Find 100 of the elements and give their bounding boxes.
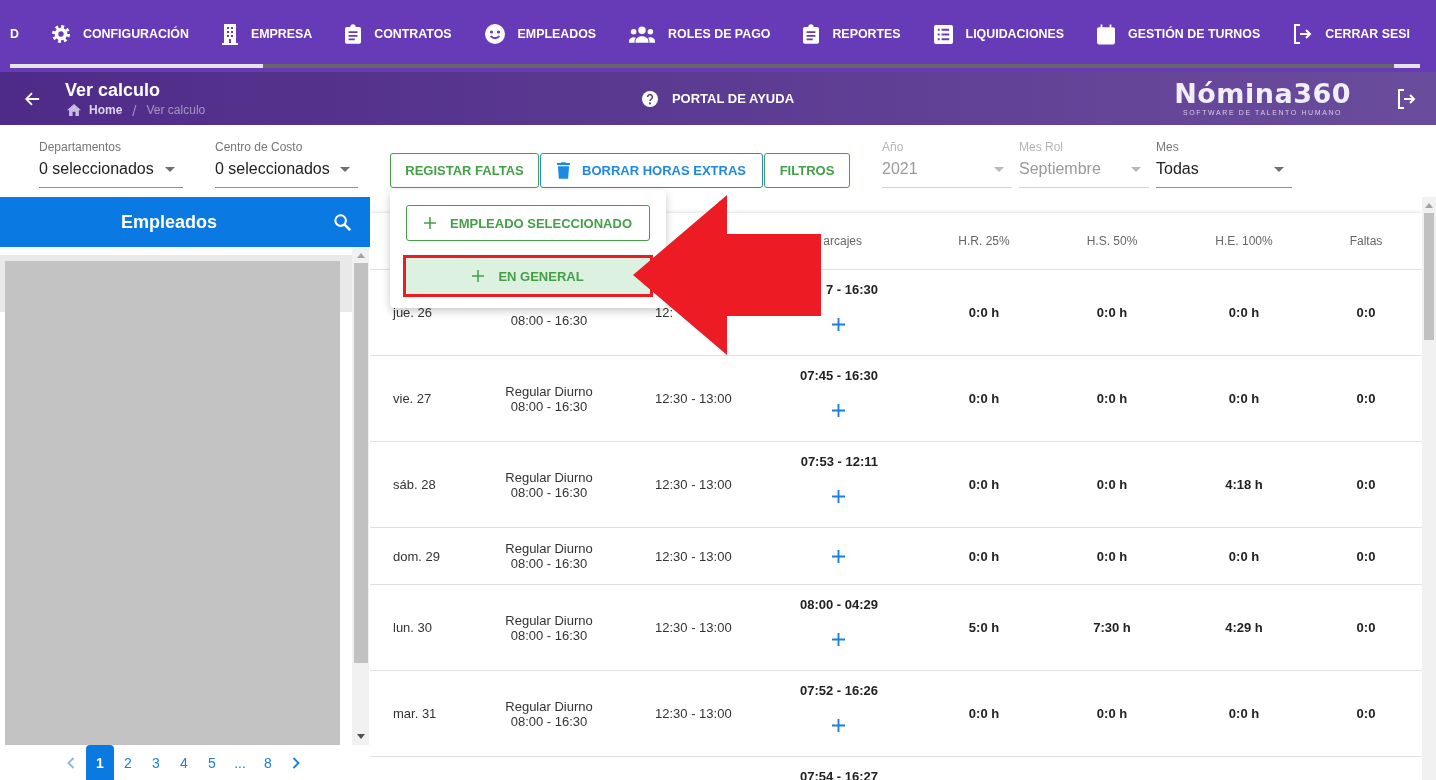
select-field[interactable]: Centro de Costo 0 seleccionados: [215, 140, 358, 188]
date-text: sáb. 28: [393, 477, 436, 492]
logout-icon: [1293, 24, 1313, 44]
plus-icon[interactable]: [831, 318, 845, 331]
hour-value: 0:0 h: [968, 706, 1000, 721]
hour-value: 0:0 h: [1228, 391, 1260, 406]
nav-link[interactable]: CERRAR SESI: [1293, 24, 1410, 44]
chevron-right-icon[interactable]: [292, 756, 300, 769]
scroll-up-icon[interactable]: [1425, 203, 1433, 208]
home-icon: [67, 104, 81, 116]
select-value: Septiembre: [1019, 159, 1101, 179]
breadcrumb-item: Ver calculo: [146, 103, 206, 117]
scrollbar-end-cap: [1394, 64, 1420, 68]
page-button[interactable]: 3: [142, 745, 170, 780]
plus-icon[interactable]: [831, 549, 845, 563]
clipboard-icon: [345, 24, 362, 44]
nav-link[interactable]: LIQUIDACIONES: [933, 24, 1065, 44]
clipboard-icon: [803, 24, 820, 44]
caret-icon: [1274, 166, 1284, 172]
nav-link[interactable]: GESTIÓN DE TURNOS: [1097, 23, 1261, 45]
select-field[interactable]: Departamentos 0 seleccionados: [39, 140, 183, 188]
shift-name: Regular Diurno: [505, 469, 593, 485]
shift-hours: 08:00 - 16:30: [510, 627, 588, 643]
back-arrow-icon[interactable]: [24, 90, 40, 107]
absence-value: 0:0: [1356, 706, 1376, 721]
action-button[interactable]: BORRAR HORAS EXTRAS: [540, 153, 763, 188]
search-icon[interactable]: [334, 213, 351, 231]
plus-icon[interactable]: [831, 404, 845, 417]
nav-link[interactable]: EMPLEADOS: [484, 24, 597, 44]
shift-hours: 08:00 - 16:30: [510, 484, 588, 500]
plus-icon: [424, 217, 436, 229]
break-time: 12:30 - 13:00: [655, 391, 732, 406]
select-value: 0 seleccionados: [39, 159, 154, 179]
absence-value: 0:0: [1356, 391, 1376, 406]
hour-value: 0:0 h: [1096, 548, 1128, 564]
column-header: H.E. 100%: [1215, 234, 1273, 248]
page-button[interactable]: ...: [226, 745, 254, 780]
breadcrumb-item[interactable]: Home: [89, 103, 123, 117]
caret-icon: [340, 166, 350, 172]
page-title: Ver calculo: [65, 78, 161, 101]
hour-value: 0:0 h: [968, 477, 1000, 492]
nav-link[interactable]: D: [10, 27, 19, 41]
hour-value: 0:0 h: [1096, 477, 1128, 492]
nav-link[interactable]: CONTRATOS: [345, 24, 452, 44]
absence-value: 0:0: [1356, 305, 1376, 320]
nav-link[interactable]: EMPRESA: [221, 23, 313, 45]
plus-icon[interactable]: [831, 633, 845, 646]
punch-times: 08:00 - 04:29: [799, 597, 878, 613]
field-label: Centro de Costo: [215, 140, 303, 154]
date-text: lun. 30: [393, 620, 433, 635]
hour-value: 7:30 h: [1093, 620, 1131, 635]
punch-times: 07:45 - 16:30: [799, 368, 878, 384]
hour-value: 5:0 h: [968, 620, 1000, 635]
select-value: 0 seleccionados: [215, 159, 330, 179]
nav-link[interactable]: CONFIGURACIÓN: [51, 25, 189, 43]
break-time: 12:30 - 13:00: [655, 477, 732, 492]
page-button[interactable]: 5: [198, 745, 226, 780]
page-button[interactable]: 8: [254, 745, 282, 780]
hour-value: 4:29 h: [1225, 620, 1263, 635]
shift-name: Regular Diurno: [505, 612, 593, 628]
calendar-icon: [1097, 23, 1116, 45]
people-group-icon: [629, 25, 656, 43]
break-time: 12:30 - 13:00: [655, 706, 732, 721]
break-time: 12:30 - 13:00: [655, 548, 732, 564]
nav-scrollbar-thumb[interactable]: [10, 64, 263, 68]
help-icon: [641, 90, 658, 107]
scroll-up-icon[interactable]: [356, 253, 365, 258]
date-text: mar. 31: [393, 706, 437, 721]
hour-value: 0:0 h: [968, 548, 1000, 564]
caret-icon: [1131, 166, 1141, 172]
column-header: H.R. 25%: [958, 234, 1010, 248]
page-button[interactable]: 2: [114, 745, 142, 780]
logout-icon[interactable]: [1397, 88, 1416, 109]
date-text: dom. 29: [393, 548, 440, 564]
select-value: Todas: [1156, 159, 1199, 179]
nav-link[interactable]: ROLES DE PAGO: [629, 25, 771, 43]
scroll-down-icon[interactable]: [356, 734, 365, 739]
hour-value: 0:0 h: [968, 305, 1000, 320]
nav-link[interactable]: REPORTES: [803, 24, 901, 44]
breadcrumb-separator: /: [132, 101, 137, 119]
plus-icon[interactable]: [831, 490, 845, 503]
chevron-left-icon[interactable]: [67, 756, 75, 769]
scrollbar-thumb[interactable]: [353, 263, 368, 663]
select-field[interactable]: Mes Todas: [1156, 140, 1292, 188]
page-button[interactable]: 4: [170, 745, 198, 780]
date-text: jue. 26: [393, 305, 433, 320]
shift-name: Regular Diurno: [505, 698, 593, 714]
building-icon: [221, 23, 238, 45]
column-header: Faltas: [1349, 234, 1383, 248]
list-icon: [933, 24, 953, 44]
break-time: 12:: [655, 305, 674, 320]
shift-name: Regular Diurno: [505, 541, 593, 556]
help-link[interactable]: PORTAL DE AYUDA: [641, 90, 795, 107]
scrollbar-thumb[interactable]: [1424, 213, 1434, 340]
plus-icon: [472, 270, 485, 282]
shift-hours: 08:00 - 16:30: [510, 312, 588, 328]
plus-icon[interactable]: [831, 719, 845, 732]
page-button[interactable]: 1: [86, 745, 114, 780]
field-label: Mes Rol: [1019, 140, 1063, 154]
field-label: Mes: [1156, 140, 1179, 154]
